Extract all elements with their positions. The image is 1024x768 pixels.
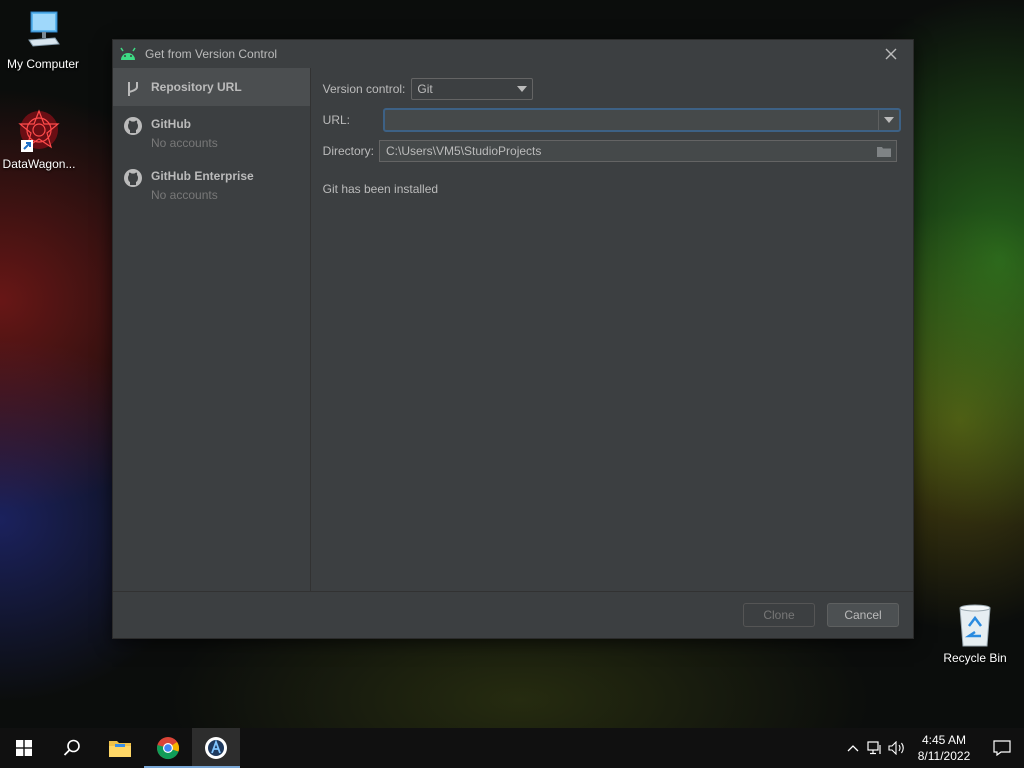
git-status-message: Git has been installed xyxy=(322,182,439,196)
chrome-icon xyxy=(157,737,179,760)
recycle-bin-icon xyxy=(959,604,991,647)
url-history-dropdown[interactable] xyxy=(878,110,899,130)
version-control-select[interactable]: Git xyxy=(411,78,534,100)
version-control-value: Git xyxy=(417,82,433,96)
clock-date: 8/11/2022 xyxy=(917,749,971,763)
dialog-footer: Clone Cancel xyxy=(113,591,913,638)
desktop-icon-label: My Computer xyxy=(6,57,80,71)
network-icon xyxy=(867,741,881,755)
close-icon xyxy=(885,48,897,59)
get-from-vcs-dialog: Get from Version Control Repository URL xyxy=(112,39,914,639)
search-button[interactable] xyxy=(48,728,96,768)
sidebar-item-github-enterprise[interactable]: GitHub Enterprise No accounts xyxy=(113,158,310,210)
url-input[interactable] xyxy=(385,110,878,130)
directory-field xyxy=(379,140,897,162)
show-hidden-icons-button[interactable] xyxy=(842,728,864,768)
sidebar-item-label: Repository URL xyxy=(151,80,242,94)
sidebar-item-repository-url[interactable]: Repository URL xyxy=(113,68,310,106)
desktop-icon-label: Recycle Bin xyxy=(943,651,1007,665)
github-icon xyxy=(124,117,142,135)
taskbar: 4:45 AM 8/11/2022 xyxy=(0,728,1024,768)
desktop-icon-my-computer[interactable]: My Computer xyxy=(0,10,86,71)
network-button[interactable] xyxy=(864,728,886,768)
taskbar-file-explorer[interactable] xyxy=(96,728,144,768)
folder-icon xyxy=(877,146,891,157)
datawagon-logo-icon xyxy=(18,109,60,152)
taskbar-android-studio[interactable] xyxy=(192,728,240,768)
desktop-icon-recycle-bin[interactable]: Recycle Bin xyxy=(932,602,1018,665)
android-icon xyxy=(120,47,136,60)
chevron-up-icon xyxy=(847,745,859,752)
system-tray: 4:45 AM 8/11/2022 xyxy=(842,728,1024,768)
chevron-down-icon xyxy=(884,117,894,123)
cancel-button[interactable]: Cancel xyxy=(827,603,899,627)
clock-time: 4:45 AM xyxy=(921,733,967,747)
speaker-icon xyxy=(888,741,904,755)
directory-label: Directory: xyxy=(322,144,374,158)
browse-folder-button[interactable] xyxy=(872,146,896,157)
desktop-icon-label: DataWagon... xyxy=(2,157,76,171)
windows-logo-icon xyxy=(16,740,32,756)
taskbar-chrome[interactable] xyxy=(144,728,192,768)
directory-input[interactable] xyxy=(386,144,872,158)
github-icon xyxy=(124,169,142,187)
vcs-branch-icon xyxy=(128,82,138,96)
start-button[interactable] xyxy=(0,728,48,768)
repository-url-panel: Version control: Git URL: Directory: C:\… xyxy=(311,68,913,591)
taskbar-clock[interactable]: 4:45 AM 8/11/2022 xyxy=(908,732,980,764)
sidebar-item-sublabel: No accounts xyxy=(151,188,218,202)
dialog-title: Get from Version Control xyxy=(145,46,278,61)
android-studio-icon xyxy=(205,737,227,759)
computer-icon xyxy=(28,11,60,47)
sidebar-item-sublabel: No accounts xyxy=(151,136,218,150)
url-label: URL: xyxy=(322,113,350,127)
sidebar-item-label: GitHub xyxy=(151,117,191,131)
source-sidebar: Repository URL GitHub No accounts GitHub… xyxy=(113,68,311,591)
sidebar-item-github[interactable]: GitHub No accounts xyxy=(113,106,310,158)
sidebar-item-label: GitHub Enterprise xyxy=(151,169,254,183)
action-center-button[interactable] xyxy=(980,728,1024,768)
folder-icon xyxy=(109,741,131,757)
version-control-label: Version control: xyxy=(322,82,406,96)
chevron-down-icon xyxy=(517,86,528,92)
clone-button[interactable]: Clone xyxy=(743,603,815,627)
dialog-titlebar[interactable]: Get from Version Control xyxy=(113,40,913,67)
url-combo-field xyxy=(383,108,901,132)
close-button[interactable] xyxy=(869,40,913,67)
notification-icon xyxy=(993,740,1011,756)
search-icon xyxy=(63,739,80,756)
volume-button[interactable] xyxy=(886,728,908,768)
desktop-icon-datawagon[interactable]: DataWagon... xyxy=(0,108,82,171)
